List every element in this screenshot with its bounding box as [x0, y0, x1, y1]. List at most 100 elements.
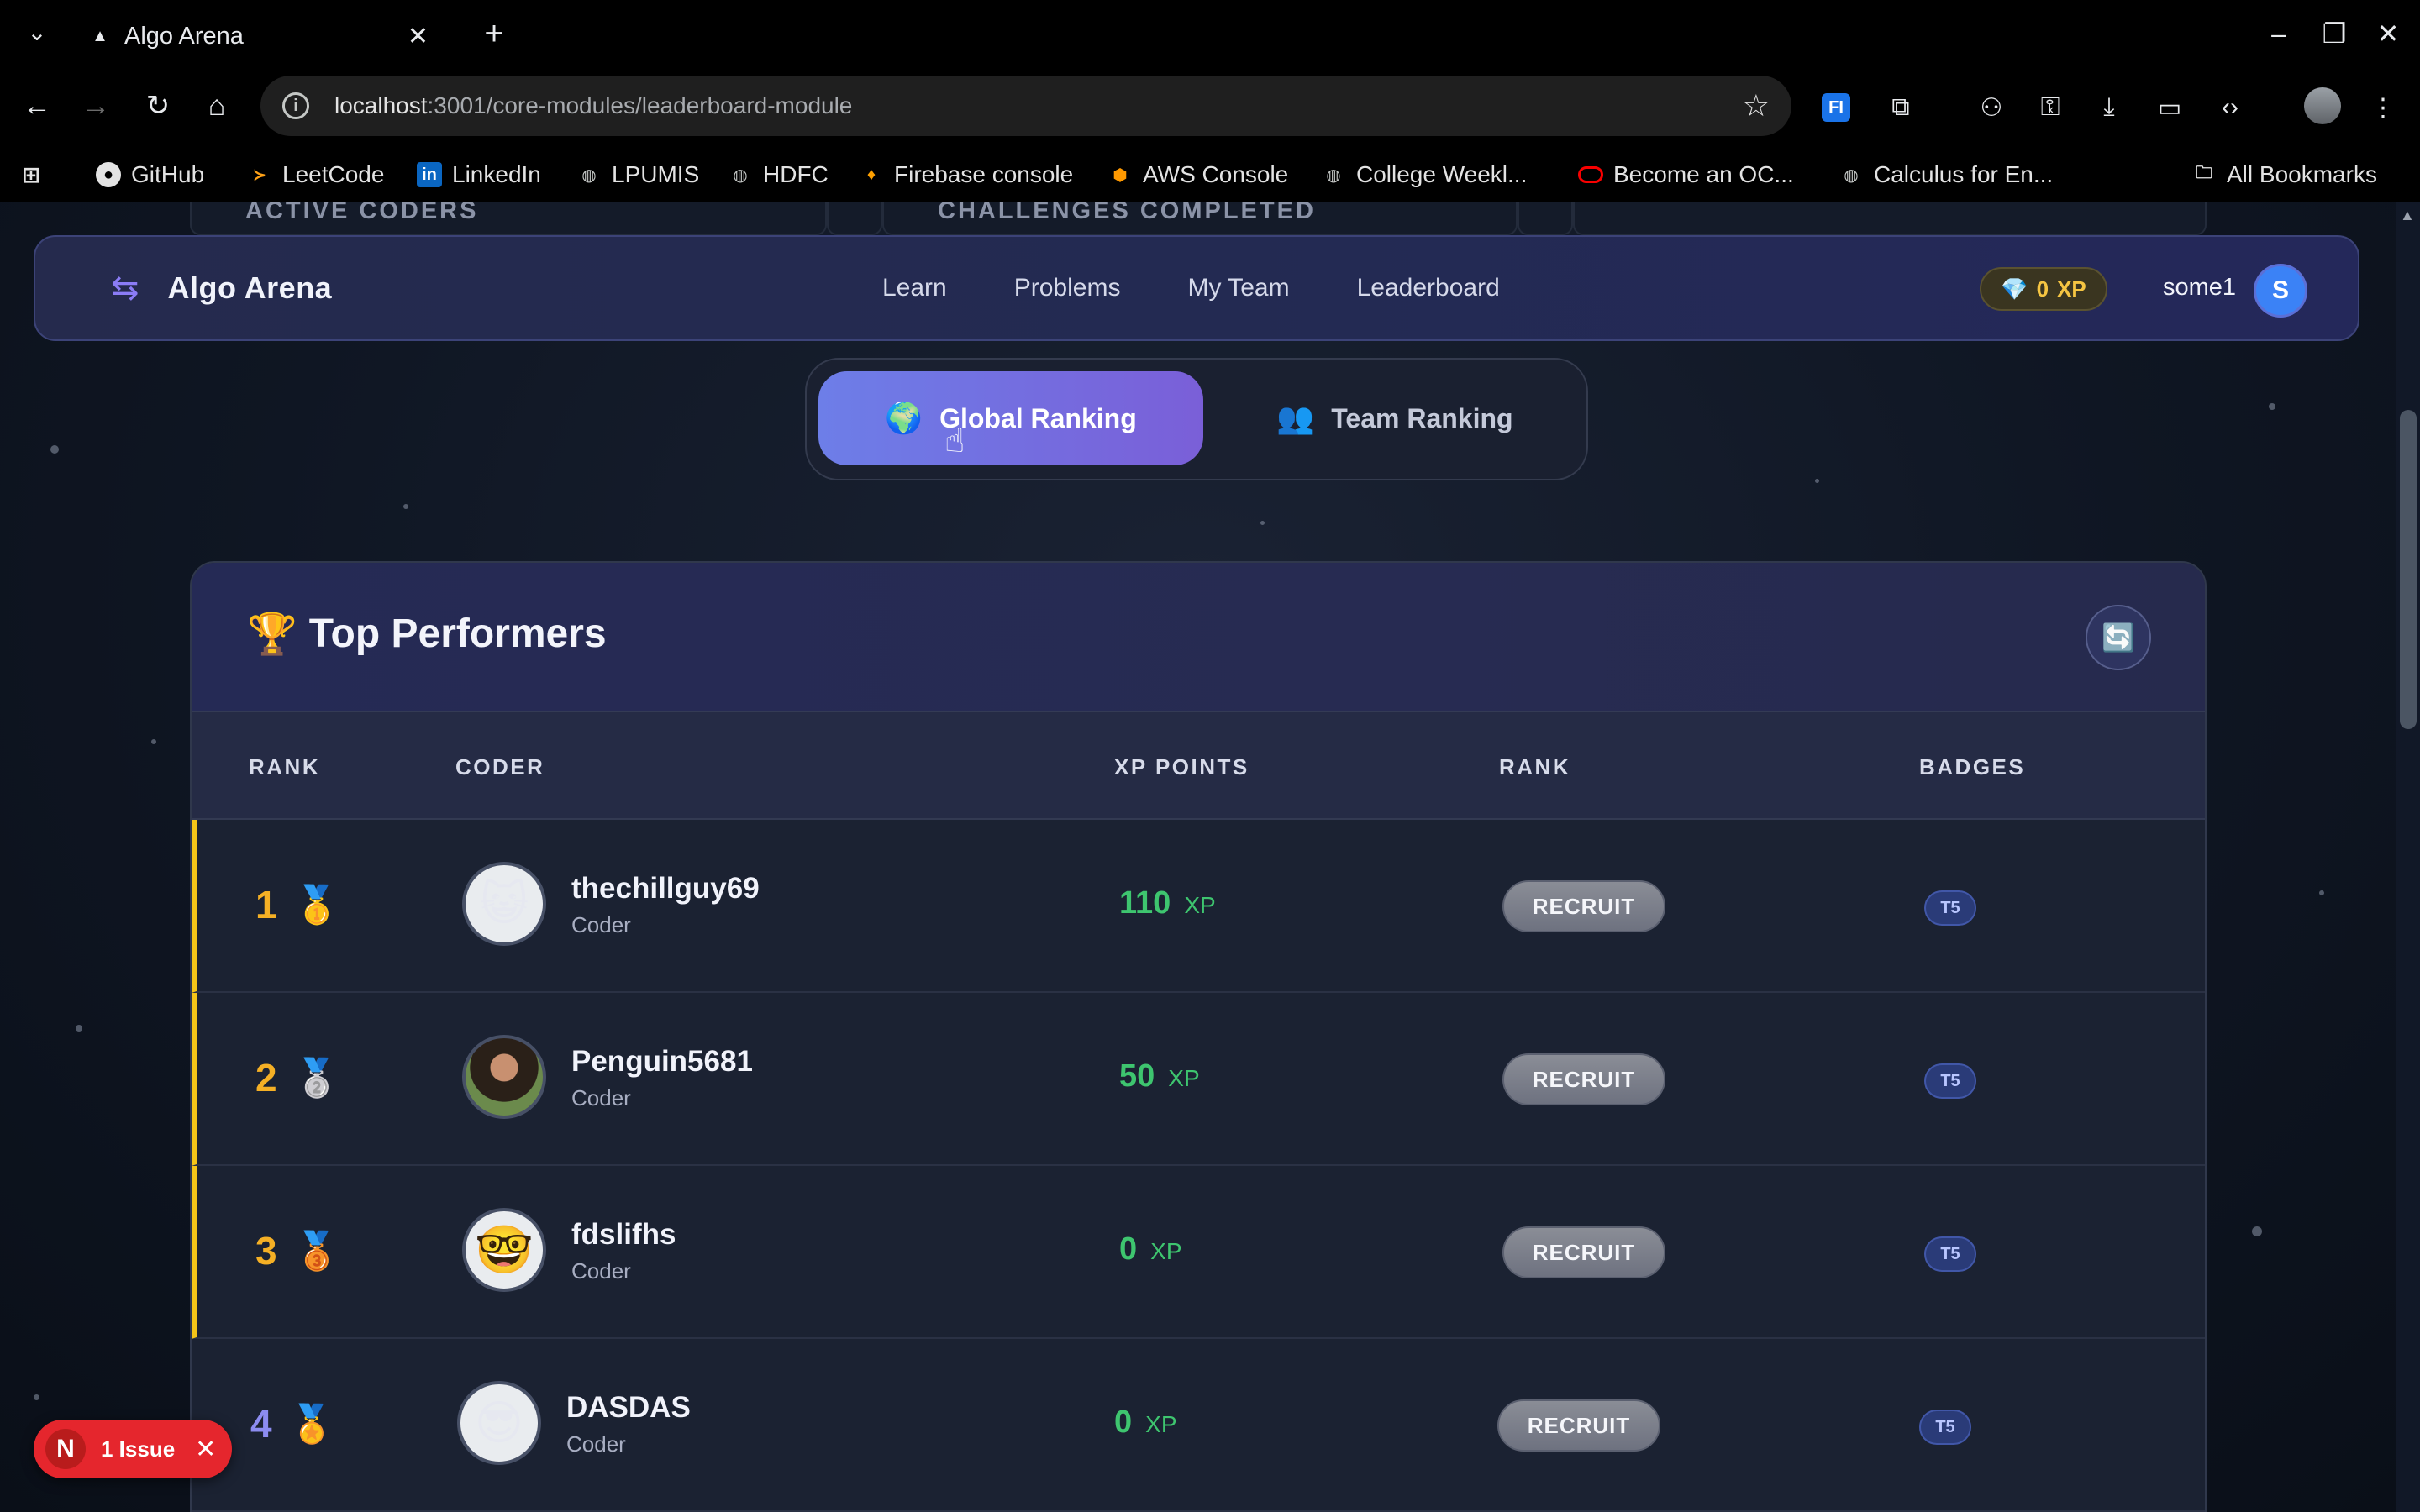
new-tab-plus-icon[interactable]: +	[476, 15, 513, 52]
bookmark-college-weekly[interactable]: ◍ College Weekl...	[1321, 158, 1527, 192]
star-decoration	[50, 445, 59, 454]
tab-search-chevron-icon[interactable]: ⌄	[20, 15, 54, 49]
global-ranking-label: Global Ranking	[939, 402, 1137, 433]
download-icon[interactable]: ⤓	[2091, 89, 2128, 126]
recruit-button[interactable]: RECRUIT	[1502, 1226, 1665, 1278]
extension-fi-icon[interactable]: FI	[1822, 93, 1850, 122]
tab-close-icon[interactable]: ✕	[408, 22, 429, 51]
apps-grid-icon[interactable]: ⊞	[18, 158, 44, 192]
xp-number: 110	[1119, 885, 1171, 921]
nav-link-learn[interactable]: Learn	[882, 274, 947, 302]
bookmark-hdfc[interactable]: ◍ HDFC	[728, 158, 829, 192]
recruit-button[interactable]: RECRUIT	[1497, 1399, 1660, 1452]
bookmark-label: Calculus for En...	[1874, 161, 2054, 187]
brand-name: Algo Arena	[167, 270, 333, 305]
nav-link-leaderboard[interactable]: Leaderboard	[1357, 274, 1500, 302]
col-rank-action: RANK	[1499, 754, 1571, 780]
all-bookmarks-folder[interactable]: 🗀 All Bookmarks	[2191, 158, 2377, 192]
oracle-icon	[1578, 166, 1603, 183]
bookmark-linkedin[interactable]: in LinkedIn	[417, 158, 541, 192]
leetcode-icon: ≻	[252, 165, 267, 185]
table-row[interactable]: 3 🥉 🤓 fdslifhs Coder 0 XP RECRUIT T5	[192, 1166, 2205, 1339]
coder-name[interactable]: DASDAS	[566, 1391, 691, 1425]
recruit-button[interactable]: RECRUIT	[1502, 1053, 1665, 1105]
issues-count: 1 Issue	[101, 1436, 176, 1462]
coder-name[interactable]: thechillguy69	[571, 872, 760, 906]
nextjs-issues-overlay[interactable]: N 1 Issue ✕	[34, 1420, 232, 1478]
user-avatar[interactable]: S	[2254, 264, 2307, 318]
refresh-icon: 🔄	[2102, 622, 2135, 653]
nav-link-problems[interactable]: Problems	[1014, 274, 1121, 302]
coder-avatar[interactable]: 😎	[457, 1381, 541, 1465]
gem-icon: 💎	[2001, 276, 2028, 302]
incognito-icon[interactable]: ⚇	[1973, 89, 2010, 126]
bookmark-label: Become an OC...	[1613, 161, 1794, 187]
coder-avatar[interactable]	[462, 1035, 546, 1119]
rank-cell: 4 🏅	[250, 1401, 334, 1446]
coder-name[interactable]: Penguin5681	[571, 1045, 753, 1079]
minimize-window-icon[interactable]: –	[2260, 15, 2297, 52]
bookmark-aws[interactable]: ⬢ AWS Console	[1107, 158, 1288, 192]
table-row[interactable]: 2 🥈 Penguin5681 Coder 50 XP RECRUIT T5	[192, 993, 2205, 1166]
extensions-puzzle-icon[interactable]: ⧉	[1882, 89, 1919, 126]
globe-icon: ◍	[1844, 165, 1859, 185]
global-ranking-button[interactable]: 🌍 Global Ranking	[818, 371, 1203, 465]
linkedin-icon: in	[417, 162, 442, 187]
address-bar[interactable]: i localhost:3001/core-modules/leaderboar…	[260, 76, 1791, 136]
page-scrollbar[interactable]	[2396, 202, 2420, 1512]
back-arrow-icon[interactable]: ←	[17, 86, 57, 126]
coder-avatar[interactable]: 🤓	[462, 1208, 546, 1292]
browser-profile-avatar[interactable]	[2304, 87, 2341, 124]
star-decoration	[151, 739, 156, 744]
password-key-icon[interactable]: ⚿	[2032, 89, 2069, 126]
col-coder: CODER	[455, 754, 545, 780]
team-ranking-button[interactable]: 👥 Team Ranking	[1210, 371, 1580, 465]
browser-menu-icon[interactable]: ⋮	[2365, 89, 2402, 126]
badge-chip: T5	[1924, 1236, 1976, 1272]
bookmarks-bar: ⊞ ● GitHub ≻ LeetCode in LinkedIn ◍ LPUMIS ◍…	[0, 146, 2420, 202]
nav-link-my-team[interactable]: My Team	[1187, 274, 1289, 302]
devtools-code-icon[interactable]: ‹›	[2212, 89, 2249, 126]
recruit-button[interactable]: RECRUIT	[1502, 880, 1665, 932]
bookmark-leetcode[interactable]: ≻ LeetCode	[247, 158, 385, 192]
brand[interactable]: ⇆ Algo Arena	[111, 269, 332, 307]
bookmark-github[interactable]: ● GitHub	[96, 158, 204, 192]
table-row[interactable]: 4 🏅 😎 DASDAS Coder 0 XP RECRUIT T5	[192, 1339, 2205, 1512]
col-xp-points: XP POINTS	[1114, 754, 1249, 780]
page-scrollbar-thumb[interactable]	[2400, 410, 2417, 729]
badge-chip: T5	[1924, 1063, 1976, 1099]
coder-role: Coder	[571, 912, 631, 937]
xp-balance-unit: XP	[2057, 276, 2086, 302]
home-icon[interactable]: ⌂	[197, 86, 237, 126]
scroll-up-arrow-icon[interactable]: ▲	[2400, 207, 2415, 224]
restore-window-icon[interactable]: ❐	[2316, 15, 2353, 52]
browser-toolbar: ← → ↻ ⌂ i localhost:3001/core-modules/le…	[0, 66, 2420, 146]
close-icon[interactable]: ✕	[195, 1435, 216, 1464]
nextjs-logo-icon: N	[45, 1429, 86, 1469]
bookmark-star-icon[interactable]: ☆	[1743, 88, 1770, 123]
cast-device-icon[interactable]: ▭	[2151, 89, 2188, 126]
close-window-icon[interactable]: ✕	[2370, 15, 2407, 52]
star-decoration	[1260, 521, 1265, 525]
table-header: RANK CODER XP POINTS RANK BADGES	[192, 712, 2205, 820]
coder-avatar[interactable]: 😺	[462, 862, 546, 946]
globe-icon: ◍	[581, 165, 597, 185]
rank-cell: 1 🥇	[255, 882, 339, 927]
bookmark-oracle[interactable]: Become an OC...	[1578, 158, 1794, 192]
algo-arena-logo-icon: ⇆	[111, 270, 139, 307]
badge-chip: T5	[1924, 890, 1976, 926]
coder-name[interactable]: fdslifhs	[571, 1218, 676, 1252]
silver-medal-icon: 🥈	[293, 1058, 340, 1099]
refresh-button[interactable]: 🔄	[2086, 605, 2151, 670]
browser-tab-active[interactable]: ▲ Algo Arena ✕	[71, 7, 449, 66]
site-info-icon[interactable]: i	[282, 92, 309, 119]
star-decoration	[1815, 479, 1819, 483]
forward-arrow-icon[interactable]: →	[76, 86, 116, 126]
bookmark-label: LinkedIn	[452, 161, 541, 187]
reload-icon[interactable]: ↻	[138, 86, 178, 126]
username[interactable]: some1	[2163, 274, 2236, 302]
table-row[interactable]: 1 🥇 😺 thechillguy69 Coder 110 XP RECRUIT T…	[192, 820, 2205, 993]
bookmark-calculus[interactable]: ◍ Calculus for En...	[1839, 158, 2053, 192]
bookmark-firebase[interactable]: ♦ Firebase console	[859, 158, 1073, 192]
bookmark-lpumis[interactable]: ◍ LPUMIS	[576, 158, 699, 192]
